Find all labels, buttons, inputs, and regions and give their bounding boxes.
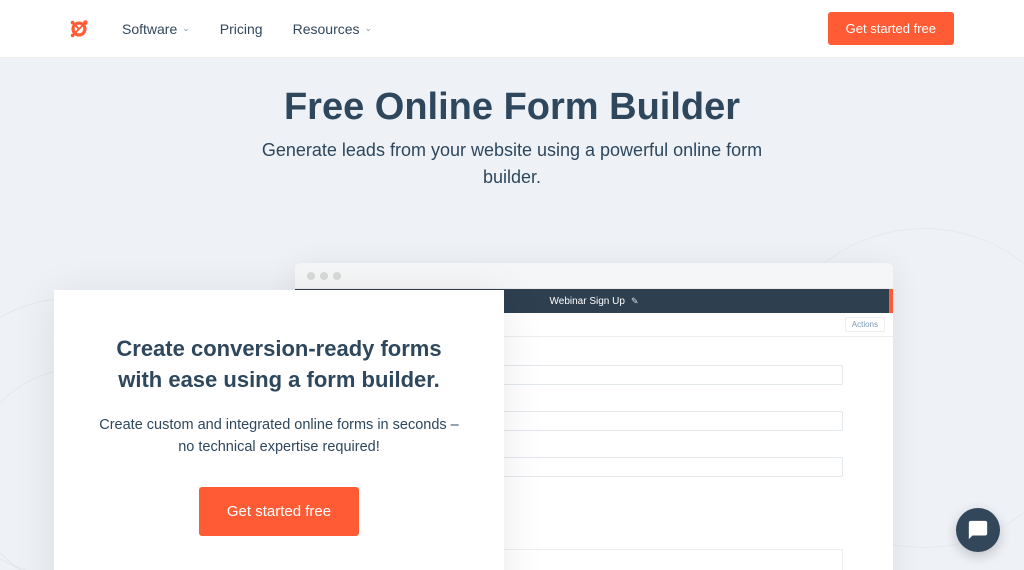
feature-card: Create conversion-ready forms with ease …	[54, 290, 504, 570]
nav-item-software[interactable]: Software ⌄	[122, 21, 190, 37]
page-subtitle: Generate leads from your website using a…	[232, 137, 792, 191]
accent-bar	[889, 289, 893, 313]
window-dot	[333, 272, 341, 280]
window-dot	[307, 272, 315, 280]
edit-icon: ✎	[631, 296, 639, 307]
nav-label: Pricing	[220, 21, 263, 37]
chevron-down-icon: ⌄	[182, 23, 190, 34]
browser-chrome	[295, 263, 893, 289]
hero-section: Free Online Form Builder Generate leads …	[0, 58, 1024, 570]
top-nav: Software ⌄ Pricing Resources ⌄ Get start…	[0, 0, 1024, 58]
page-title: Free Online Form Builder	[0, 86, 1024, 129]
card-cta-button[interactable]: Get started free	[199, 487, 359, 536]
nav-label: Software	[122, 21, 177, 37]
chat-icon	[967, 519, 989, 541]
main-nav: Software ⌄ Pricing Resources ⌄	[122, 21, 372, 37]
app-title: Webinar Sign Up	[550, 296, 625, 307]
header-cta-button[interactable]: Get started free	[828, 12, 954, 45]
actions-button[interactable]: Actions	[845, 317, 885, 332]
card-heading: Create conversion-ready forms with ease …	[94, 334, 464, 396]
window-dot	[320, 272, 328, 280]
hero-text: Free Online Form Builder Generate leads …	[0, 58, 1024, 191]
chevron-down-icon: ⌄	[365, 23, 373, 34]
hubspot-logo[interactable]	[68, 18, 90, 40]
nav-left: Software ⌄ Pricing Resources ⌄	[68, 18, 372, 40]
chat-widget[interactable]	[956, 508, 1000, 552]
nav-item-resources[interactable]: Resources ⌄	[293, 21, 372, 37]
nav-label: Resources	[293, 21, 360, 37]
nav-item-pricing[interactable]: Pricing	[220, 21, 263, 37]
card-subtext: Create custom and integrated online form…	[94, 414, 464, 459]
